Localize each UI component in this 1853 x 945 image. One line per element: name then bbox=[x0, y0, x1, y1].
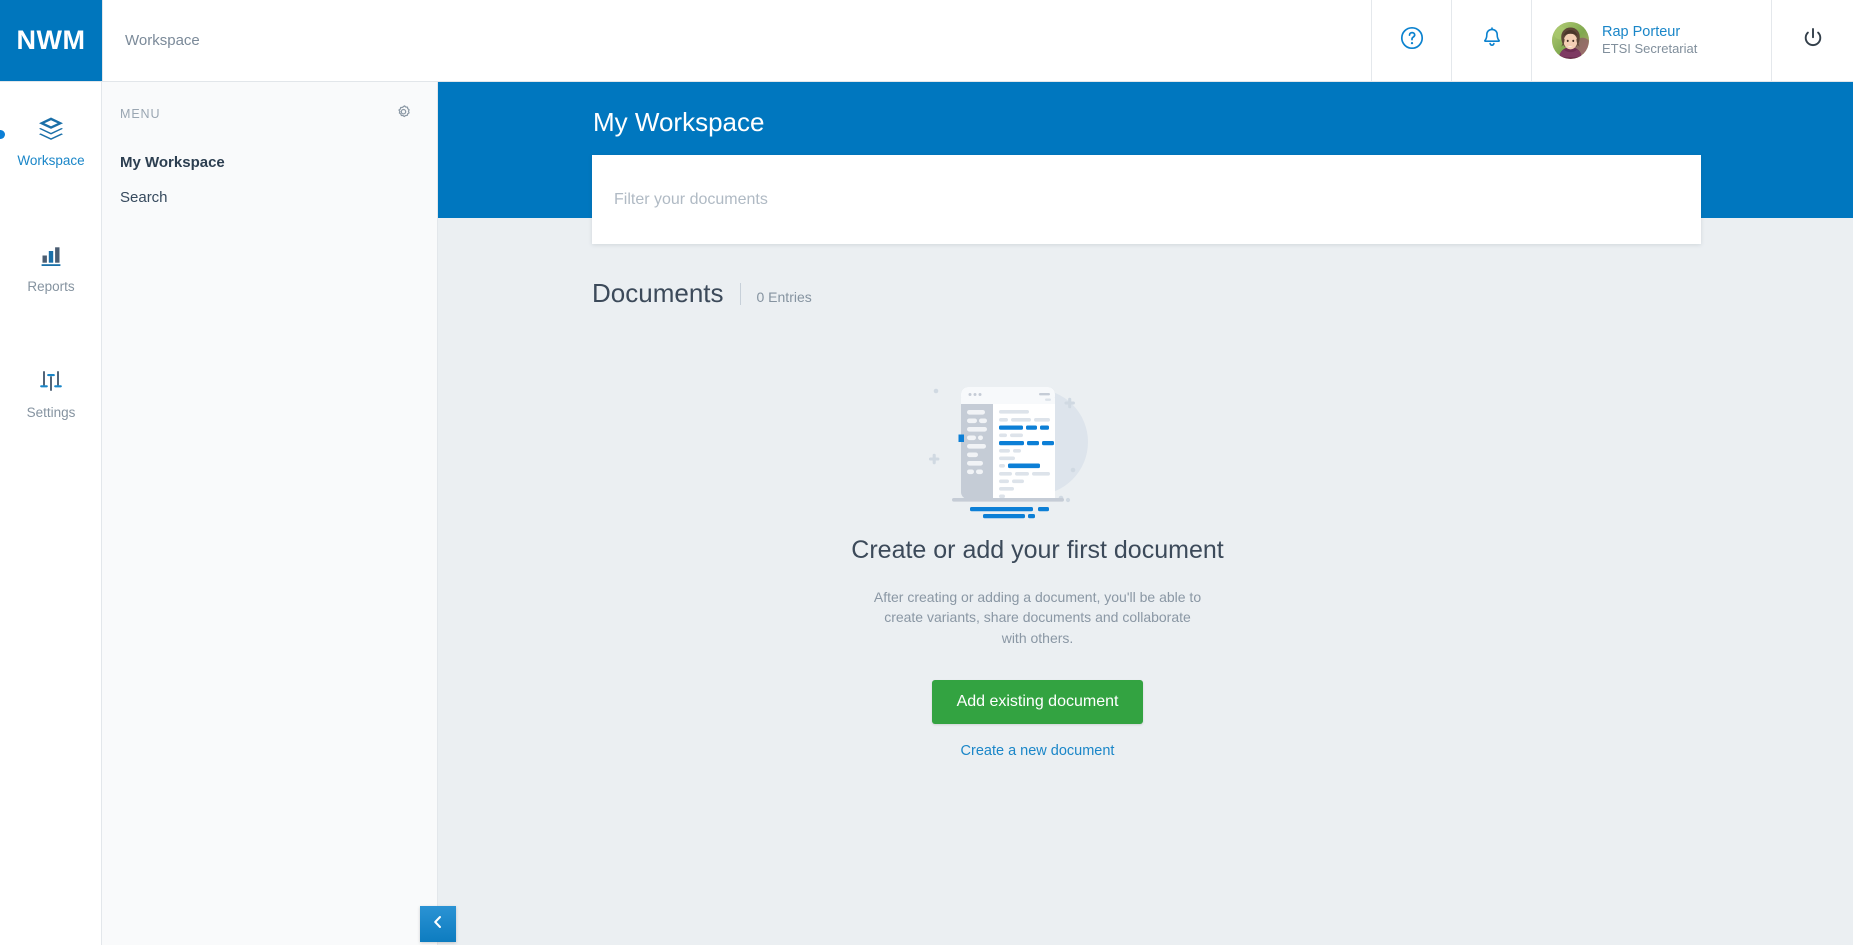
sidebar-item-reports[interactable]: Reports bbox=[0, 222, 102, 308]
menu-header-label: MENU bbox=[120, 106, 161, 121]
app-root: NWM Workspace Rap Porteur ETSI Secretari… bbox=[0, 0, 1853, 945]
collapse-panel-button[interactable] bbox=[420, 906, 456, 942]
documents-title: Documents bbox=[592, 278, 724, 308]
empty-documents-illustration bbox=[918, 370, 1158, 520]
filter-card bbox=[592, 155, 1701, 244]
user-menu[interactable]: Rap Porteur ETSI Secretariat bbox=[1531, 0, 1771, 81]
sidebar-item-workspace[interactable]: Workspace bbox=[0, 96, 102, 182]
user-info: Rap Porteur ETSI Secretariat bbox=[1602, 23, 1697, 58]
empty-state: Create or add your first document After … bbox=[438, 370, 1637, 759]
help-button[interactable] bbox=[1371, 0, 1451, 81]
bell-icon bbox=[1479, 25, 1505, 56]
breadcrumb: Workspace bbox=[102, 0, 1371, 81]
filter-input[interactable] bbox=[614, 190, 1679, 209]
menu-header: MENU bbox=[102, 82, 437, 123]
notifications-button[interactable] bbox=[1451, 0, 1531, 81]
add-existing-document-button[interactable]: Add existing document bbox=[931, 679, 1144, 724]
gear-icon[interactable] bbox=[394, 104, 413, 123]
menu-item-my-workspace[interactable]: My Workspace bbox=[102, 145, 437, 180]
logout-button[interactable] bbox=[1771, 0, 1853, 81]
secondary-menu-panel: MENU My Workspace Search bbox=[102, 82, 438, 945]
breadcrumb-label[interactable]: Workspace bbox=[125, 32, 200, 49]
help-circle-icon bbox=[1399, 25, 1425, 56]
power-icon bbox=[1800, 25, 1826, 56]
sidebar-item-label: Workspace bbox=[17, 153, 85, 168]
layers-icon bbox=[36, 114, 66, 144]
sidebar-item-label: Reports bbox=[27, 279, 75, 294]
documents-count: 0 Entries bbox=[756, 289, 812, 305]
empty-state-description: After creating or adding a document, you… bbox=[873, 589, 1202, 646]
sliders-icon bbox=[36, 366, 66, 396]
divider bbox=[739, 282, 741, 305]
brand-name: NWM bbox=[16, 25, 86, 55]
user-role: ETSI Secretariat bbox=[1602, 41, 1698, 57]
empty-state-title: Create or add your first document bbox=[851, 536, 1224, 564]
menu-item-label: My Workspace bbox=[120, 154, 225, 171]
bar-chart-icon bbox=[36, 240, 66, 270]
menu-item-search[interactable]: Search bbox=[102, 180, 437, 215]
main-content: My Workspace Documents 0 Entries bbox=[438, 82, 1853, 945]
top-bar-actions: Rap Porteur ETSI Secretariat bbox=[1371, 0, 1853, 81]
documents-heading: Documents 0 Entries bbox=[592, 278, 812, 309]
sidebar-item-label: Settings bbox=[26, 405, 76, 420]
brand-logo[interactable]: NWM bbox=[0, 0, 102, 81]
top-bar: NWM Workspace Rap Porteur ETSI Secretari… bbox=[0, 0, 1853, 82]
create-new-document-link[interactable]: Create a new document bbox=[961, 743, 1115, 759]
chevron-left-icon bbox=[430, 914, 446, 935]
user-name: Rap Porteur bbox=[1602, 23, 1681, 40]
sidebar-item-settings[interactable]: Settings bbox=[0, 348, 102, 434]
page-title: My Workspace bbox=[593, 107, 765, 137]
avatar bbox=[1552, 22, 1589, 59]
menu-item-label: Search bbox=[120, 189, 168, 206]
menu-list: My Workspace Search bbox=[102, 123, 437, 215]
primary-navigation-rail: Workspace Reports Settings bbox=[0, 82, 102, 945]
